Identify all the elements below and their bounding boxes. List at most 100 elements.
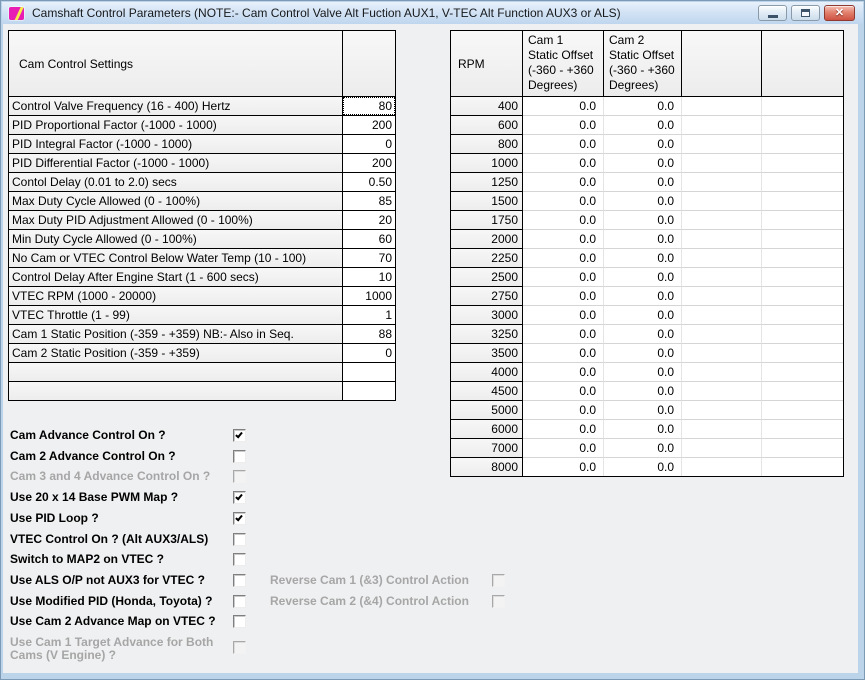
rpm-cell: 2750 — [451, 287, 523, 306]
offset-row: 27500.00.0 — [451, 287, 843, 306]
cam2-offset-cell[interactable]: 0.0 — [604, 401, 682, 420]
checkbox-switch-to-map2-on-vtec[interactable] — [233, 553, 246, 566]
cam1-offset-cell[interactable]: 0.0 — [523, 363, 604, 382]
offset-row: 15000.00.0 — [451, 192, 843, 211]
checkbox-use-20-x-14-base-pwm-map[interactable] — [233, 491, 246, 504]
cam1-offset-cell[interactable]: 0.0 — [523, 135, 604, 154]
checkbox-use-cam-2-advance-map-on-vtec[interactable] — [233, 615, 246, 628]
offset-extra-cell — [762, 458, 843, 476]
cam2-offset-cell[interactable]: 0.0 — [604, 116, 682, 135]
cam1-offset-cell[interactable]: 0.0 — [523, 382, 604, 401]
offset-extra-cell — [762, 439, 843, 458]
maximize-button[interactable] — [791, 5, 820, 21]
setting-value-cell[interactable]: 1000 — [343, 287, 395, 306]
cam1-offset-cell[interactable]: 0.0 — [523, 154, 604, 173]
setting-value-cell[interactable]: 200 — [343, 116, 395, 135]
checkbox-vtec-control-on-alt-aux3-als[interactable] — [233, 533, 246, 546]
setting-value-cell[interactable]: 10 — [343, 268, 395, 287]
checkbox-use-cam-1-target-advance-for-both-cams-v-e — [233, 641, 246, 654]
offset-header-rpm: RPM — [451, 31, 523, 96]
cam2-offset-cell[interactable]: 0.0 — [604, 192, 682, 211]
checkbox-use-pid-loop[interactable] — [233, 512, 246, 525]
offset-extra-cell — [762, 344, 843, 363]
offset-header-empty-2 — [762, 31, 843, 96]
rpm-cell: 1750 — [451, 211, 523, 230]
cam1-offset-cell[interactable]: 0.0 — [523, 230, 604, 249]
cam2-offset-cell[interactable]: 0.0 — [604, 249, 682, 268]
rpm-cell: 800 — [451, 135, 523, 154]
cam1-offset-cell[interactable]: 0.0 — [523, 173, 604, 192]
settings-row: PID Differential Factor (-1000 - 1000)20… — [9, 154, 395, 173]
cam1-offset-cell[interactable]: 0.0 — [523, 420, 604, 439]
cam1-offset-cell[interactable]: 0.0 — [523, 344, 604, 363]
setting-label: Control Valve Frequency (16 - 400) Hertz — [9, 97, 343, 116]
setting-value-cell[interactable]: 200 — [343, 154, 395, 173]
cam1-offset-cell[interactable]: 0.0 — [523, 97, 604, 116]
checkbox-row-reverse-cam-2-4-control-action: Reverse Cam 2 (&4) Control Action — [270, 595, 510, 615]
cam1-offset-cell[interactable]: 0.0 — [523, 249, 604, 268]
checkbox-cam-2-advance-control-on[interactable] — [233, 450, 246, 463]
titlebar[interactable]: Camshaft Control Parameters (NOTE:- Cam … — [2, 2, 863, 24]
offset-extra-cell — [682, 363, 762, 382]
checkbox-use-modified-pid-honda-toyota[interactable] — [233, 595, 246, 608]
cam2-offset-cell[interactable]: 0.0 — [604, 363, 682, 382]
cam1-offset-cell[interactable]: 0.0 — [523, 439, 604, 458]
cam2-offset-cell[interactable]: 0.0 — [604, 287, 682, 306]
offset-extra-cell — [762, 420, 843, 439]
cam2-offset-cell[interactable]: 0.0 — [604, 230, 682, 249]
setting-value-cell[interactable] — [343, 363, 395, 382]
rpm-cell: 2500 — [451, 268, 523, 287]
setting-value-cell[interactable]: 0 — [343, 135, 395, 154]
setting-value-cell[interactable]: 85 — [343, 192, 395, 211]
offset-row: 50000.00.0 — [451, 401, 843, 420]
rpm-cell: 600 — [451, 116, 523, 135]
checkbox-label-use-modified-pid-honda-toyota: Use Modified PID (Honda, Toyota) ? — [10, 595, 224, 608]
cam2-offset-cell[interactable]: 0.0 — [604, 97, 682, 116]
settings-row: Control Valve Frequency (16 - 400) Hertz… — [9, 97, 395, 116]
offset-extra-cell — [762, 382, 843, 401]
setting-value-cell[interactable]: 0 — [343, 344, 395, 363]
cam2-offset-cell[interactable]: 0.0 — [604, 211, 682, 230]
cam1-offset-cell[interactable]: 0.0 — [523, 192, 604, 211]
cam2-offset-cell[interactable]: 0.0 — [604, 344, 682, 363]
cam2-offset-cell[interactable]: 0.0 — [604, 439, 682, 458]
setting-label: PID Differential Factor (-1000 - 1000) — [9, 154, 343, 173]
cam2-offset-cell[interactable]: 0.0 — [604, 268, 682, 287]
cam2-offset-cell[interactable]: 0.0 — [604, 458, 682, 476]
offset-row: 20000.00.0 — [451, 230, 843, 249]
cam2-offset-cell[interactable]: 0.0 — [604, 306, 682, 325]
cam2-offset-cell[interactable]: 0.0 — [604, 382, 682, 401]
checkbox-cam-advance-control-on[interactable] — [233, 429, 246, 442]
setting-value-cell[interactable]: 70 — [343, 249, 395, 268]
cam1-offset-cell[interactable]: 0.0 — [523, 458, 604, 476]
cam1-offset-cell[interactable]: 0.0 — [523, 268, 604, 287]
cam1-offset-cell[interactable]: 0.0 — [523, 287, 604, 306]
checkmark-icon — [235, 493, 243, 501]
cam1-offset-cell[interactable]: 0.0 — [523, 401, 604, 420]
offset-table-header-row: RPM Cam 1 Static Offset (-360 - +360 Deg… — [451, 31, 843, 97]
setting-value-cell[interactable]: 1 — [343, 306, 395, 325]
setting-value-cell[interactable]: 20 — [343, 211, 395, 230]
checkbox-use-als-o-p-not-aux3-for-vtec[interactable] — [233, 574, 246, 587]
cam2-offset-cell[interactable]: 0.0 — [604, 135, 682, 154]
cam1-offset-cell[interactable]: 0.0 — [523, 211, 604, 230]
cam2-offset-cell[interactable]: 0.0 — [604, 325, 682, 344]
offset-row: 32500.00.0 — [451, 325, 843, 344]
setting-value-cell[interactable]: 80 — [343, 97, 395, 116]
setting-value-cell[interactable]: 60 — [343, 230, 395, 249]
minimize-button[interactable] — [758, 5, 787, 21]
setting-value-cell[interactable] — [343, 382, 395, 400]
cam2-offset-cell[interactable]: 0.0 — [604, 420, 682, 439]
checkbox-reverse-cam-1-3-control-action — [492, 574, 505, 587]
cam1-offset-cell[interactable]: 0.0 — [523, 325, 604, 344]
app-icon[interactable] — [9, 7, 24, 20]
cam2-offset-cell[interactable]: 0.0 — [604, 154, 682, 173]
offset-extra-cell — [762, 211, 843, 230]
cam2-offset-cell[interactable]: 0.0 — [604, 173, 682, 192]
setting-value-cell[interactable]: 88 — [343, 325, 395, 344]
cam1-offset-cell[interactable]: 0.0 — [523, 306, 604, 325]
cam1-offset-cell[interactable]: 0.0 — [523, 116, 604, 135]
close-button[interactable]: ✕ — [824, 5, 855, 21]
setting-value-cell[interactable]: 0.50 — [343, 173, 395, 192]
setting-label: VTEC Throttle (1 - 99) — [9, 306, 343, 325]
